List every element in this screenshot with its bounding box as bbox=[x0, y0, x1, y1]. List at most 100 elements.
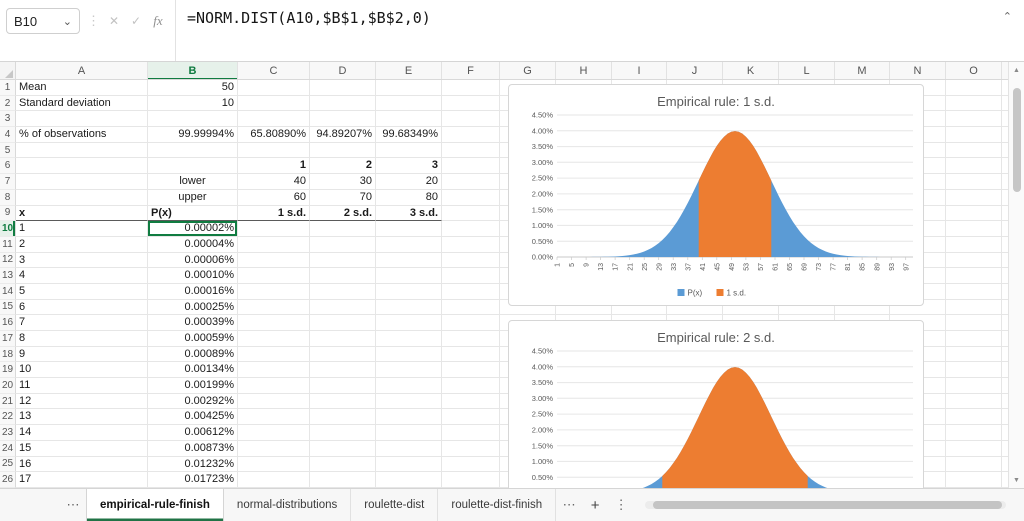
cell-F19[interactable] bbox=[442, 362, 500, 378]
cell-D26[interactable] bbox=[310, 472, 376, 488]
cell-C5[interactable] bbox=[238, 143, 310, 159]
cell-D5[interactable] bbox=[310, 143, 376, 159]
cell-F3[interactable] bbox=[442, 111, 500, 127]
cell-A3[interactable] bbox=[16, 111, 148, 127]
cell-D15[interactable] bbox=[310, 300, 376, 316]
row-header-6[interactable]: 6 bbox=[0, 158, 16, 174]
cancel-entry-icon[interactable]: ✕ bbox=[103, 10, 125, 32]
cell-B13[interactable]: 0.00010% bbox=[148, 268, 238, 284]
row-header-22[interactable]: 22 bbox=[0, 409, 16, 425]
cell-F18[interactable] bbox=[442, 347, 500, 363]
cell-E9[interactable]: 3 s.d. bbox=[376, 206, 442, 222]
row-header-7[interactable]: 7 bbox=[0, 174, 16, 190]
cell-D21[interactable] bbox=[310, 394, 376, 410]
cell-E23[interactable] bbox=[376, 425, 442, 441]
cell-O5[interactable] bbox=[946, 143, 1002, 159]
column-header-F[interactable]: F bbox=[442, 62, 500, 80]
cell-C13[interactable] bbox=[238, 268, 310, 284]
column-header-A[interactable]: A bbox=[16, 62, 148, 80]
collapse-formula-bar-icon[interactable]: ⌃ bbox=[1003, 10, 1012, 23]
cell-A16[interactable]: 7 bbox=[16, 315, 148, 331]
cell-F12[interactable] bbox=[442, 253, 500, 269]
cell-B10[interactable]: 0.00002% bbox=[148, 221, 238, 237]
row-header-13[interactable]: 13 bbox=[0, 268, 16, 284]
cell-O21[interactable] bbox=[946, 394, 1002, 410]
cell-O3[interactable] bbox=[946, 111, 1002, 127]
row-header-18[interactable]: 18 bbox=[0, 347, 16, 363]
cell-B11[interactable]: 0.00004% bbox=[148, 237, 238, 253]
cell-F16[interactable] bbox=[442, 315, 500, 331]
row-header-19[interactable]: 19 bbox=[0, 362, 16, 378]
cell-D16[interactable] bbox=[310, 315, 376, 331]
cell-E1[interactable] bbox=[376, 80, 442, 96]
cell-B6[interactable] bbox=[148, 158, 238, 174]
name-box-chevron-down-icon[interactable]: ⌄ bbox=[63, 15, 72, 28]
sheet-tab-roulette-dist-finish[interactable]: roulette-dist-finish bbox=[438, 489, 556, 521]
cell-O25[interactable] bbox=[946, 457, 1002, 473]
cell-C20[interactable] bbox=[238, 378, 310, 394]
cell-C10[interactable] bbox=[238, 221, 310, 237]
cell-O10[interactable] bbox=[946, 221, 1002, 237]
row-header-23[interactable]: 23 bbox=[0, 425, 16, 441]
cell-E18[interactable] bbox=[376, 347, 442, 363]
column-header-C[interactable]: C bbox=[238, 62, 310, 80]
cell-B20[interactable]: 0.00199% bbox=[148, 378, 238, 394]
column-header-K[interactable]: K bbox=[723, 62, 779, 80]
cell-O13[interactable] bbox=[946, 268, 1002, 284]
cell-B23[interactable]: 0.00612% bbox=[148, 425, 238, 441]
cell-B22[interactable]: 0.00425% bbox=[148, 409, 238, 425]
cell-F2[interactable] bbox=[442, 96, 500, 112]
cell-D6[interactable]: 2 bbox=[310, 158, 376, 174]
cell-C4[interactable]: 65.80890% bbox=[238, 127, 310, 143]
cell-B19[interactable]: 0.00134% bbox=[148, 362, 238, 378]
cell-D22[interactable] bbox=[310, 409, 376, 425]
chart-empirical-rule-1sd[interactable]: Empirical rule: 1 s.d.0.00%0.50%1.00%1.5… bbox=[508, 84, 924, 306]
cell-F25[interactable] bbox=[442, 457, 500, 473]
cell-B18[interactable]: 0.00089% bbox=[148, 347, 238, 363]
cell-F15[interactable] bbox=[442, 300, 500, 316]
row-header-20[interactable]: 20 bbox=[0, 378, 16, 394]
column-header-O[interactable]: O bbox=[946, 62, 1002, 80]
cell-C21[interactable] bbox=[238, 394, 310, 410]
cell-F20[interactable] bbox=[442, 378, 500, 394]
cell-F9[interactable] bbox=[442, 206, 500, 222]
cell-A7[interactable] bbox=[16, 174, 148, 190]
cell-B21[interactable]: 0.00292% bbox=[148, 394, 238, 410]
cell-O12[interactable] bbox=[946, 253, 1002, 269]
cell-F4[interactable] bbox=[442, 127, 500, 143]
cell-B9[interactable]: P(x) bbox=[148, 206, 238, 222]
sheet-options-menu-icon[interactable]: ⋮ bbox=[608, 489, 634, 521]
cell-D11[interactable] bbox=[310, 237, 376, 253]
column-header-G[interactable]: G bbox=[500, 62, 556, 80]
cell-O6[interactable] bbox=[946, 158, 1002, 174]
cell-B4[interactable]: 99.99994% bbox=[148, 127, 238, 143]
column-header-E[interactable]: E bbox=[376, 62, 442, 80]
cell-B2[interactable]: 10 bbox=[148, 96, 238, 112]
cell-C17[interactable] bbox=[238, 331, 310, 347]
horizontal-scrollbar[interactable] bbox=[645, 501, 1006, 509]
row-header-8[interactable]: 8 bbox=[0, 190, 16, 206]
cell-F22[interactable] bbox=[442, 409, 500, 425]
cell-A23[interactable]: 14 bbox=[16, 425, 148, 441]
cell-A15[interactable]: 6 bbox=[16, 300, 148, 316]
cell-B25[interactable]: 0.01232% bbox=[148, 457, 238, 473]
cell-E25[interactable] bbox=[376, 457, 442, 473]
cell-C11[interactable] bbox=[238, 237, 310, 253]
cell-E4[interactable]: 99.68349% bbox=[376, 127, 442, 143]
column-header-B[interactable]: B bbox=[148, 62, 238, 80]
confirm-entry-icon[interactable]: ✓ bbox=[125, 10, 147, 32]
cell-E8[interactable]: 80 bbox=[376, 190, 442, 206]
cell-E10[interactable] bbox=[376, 221, 442, 237]
cell-A9[interactable]: x bbox=[16, 206, 148, 222]
column-header-M[interactable]: M bbox=[835, 62, 890, 80]
column-header-L[interactable]: L bbox=[779, 62, 835, 80]
cell-E15[interactable] bbox=[376, 300, 442, 316]
cell-B15[interactable]: 0.00025% bbox=[148, 300, 238, 316]
cell-O16[interactable] bbox=[946, 315, 1002, 331]
sheet-tab-empirical-rule-finish[interactable]: empirical-rule-finish bbox=[86, 489, 224, 521]
cell-D25[interactable] bbox=[310, 457, 376, 473]
cell-D17[interactable] bbox=[310, 331, 376, 347]
row-header-12[interactable]: 12 bbox=[0, 253, 16, 269]
cell-D20[interactable] bbox=[310, 378, 376, 394]
cell-F26[interactable] bbox=[442, 472, 500, 488]
